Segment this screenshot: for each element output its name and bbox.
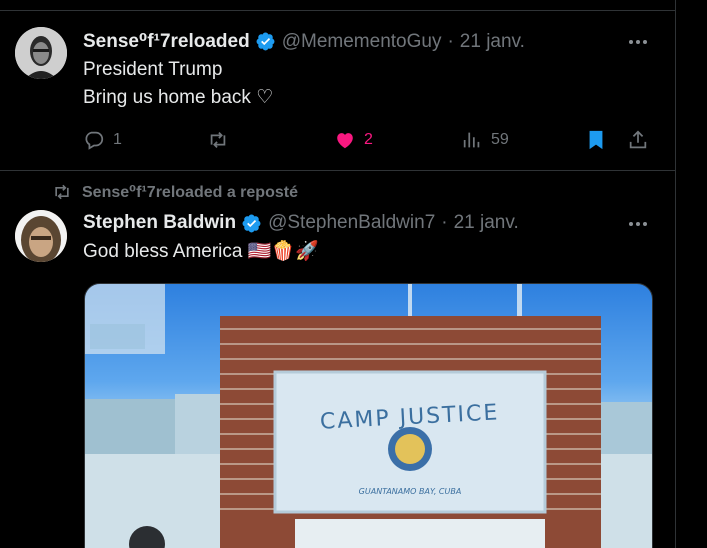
avatar[interactable] — [15, 27, 67, 79]
media-photo: CAMP JUSTICE GUANTANAMO BAY, CUBA — [85, 284, 652, 548]
author-name[interactable]: Sense⁰f¹7reloaded — [83, 30, 250, 53]
like-button[interactable]: 2 — [334, 129, 373, 151]
more-icon[interactable] — [626, 214, 650, 234]
separator: · — [447, 30, 454, 52]
author-handle[interactable]: @StephenBaldwin7 — [268, 212, 435, 234]
tweet-text: President Trump Bring us home back ♡ — [83, 56, 273, 112]
avatar[interactable] — [15, 210, 67, 262]
bookmark-button[interactable] — [585, 129, 607, 151]
tweet-text: God bless America 🇺🇸🍿🚀 — [83, 238, 319, 266]
tweet-media[interactable]: CAMP JUSTICE GUANTANAMO BAY, CUBA — [84, 283, 653, 548]
share-button[interactable] — [627, 129, 649, 151]
views-button[interactable]: 59 — [461, 129, 509, 151]
tweet-date[interactable]: 21 janv. — [454, 212, 519, 234]
timeline: Sense⁰f¹7reloaded @MemementoGuy · 21 jan… — [0, 0, 676, 548]
tweet-header: Sense⁰f¹7reloaded @MemementoGuy · 21 jan… — [83, 30, 525, 53]
like-count: 2 — [364, 131, 373, 148]
repost-label[interactable]: Sense⁰f¹7reloaded a reposté — [82, 182, 298, 202]
separator: · — [441, 212, 448, 233]
view-count: 59 — [491, 131, 509, 148]
share-icon — [629, 130, 647, 149]
bookmark-icon — [589, 130, 603, 150]
reply-icon — [85, 131, 104, 150]
tweet-text-line: Bring us home back ♡ — [83, 87, 274, 108]
author-name[interactable]: Stephen Baldwin — [83, 212, 236, 234]
verified-badge-icon — [242, 214, 261, 232]
avatar-image — [15, 210, 67, 262]
tweet-date[interactable]: 21 janv. — [460, 31, 525, 53]
tweet[interactable]: Sense⁰f¹7reloaded @MemementoGuy · 21 jan… — [0, 11, 675, 171]
more-icon[interactable] — [626, 32, 650, 52]
heart-icon — [337, 133, 353, 149]
author-handle[interactable]: @MemementoGuy — [282, 31, 442, 53]
tweet-text-line: President Trump — [83, 59, 223, 80]
tweet-header: Stephen Baldwin @StephenBaldwin7 · 21 ja… — [83, 212, 519, 234]
tweet[interactable]: Sense⁰f¹7reloaded a reposté Stephen Bald… — [0, 172, 675, 548]
media-sign-subtext: GUANTANAMO BAY, CUBA — [359, 487, 462, 496]
repost-button[interactable] — [207, 129, 237, 151]
repost-indicator: Sense⁰f¹7reloaded a reposté — [52, 182, 298, 202]
verified-badge-icon — [256, 32, 275, 51]
views-icon — [463, 132, 480, 148]
reply-button[interactable]: 1 — [83, 129, 122, 151]
repost-icon — [55, 184, 69, 200]
avatar-image — [15, 27, 67, 79]
reply-count: 1 — [113, 131, 122, 148]
tweet-actions: 1 2 59 — [83, 129, 653, 157]
repost-icon — [210, 132, 226, 148]
tweet-text-line: God bless America 🇺🇸🍿🚀 — [83, 241, 319, 262]
